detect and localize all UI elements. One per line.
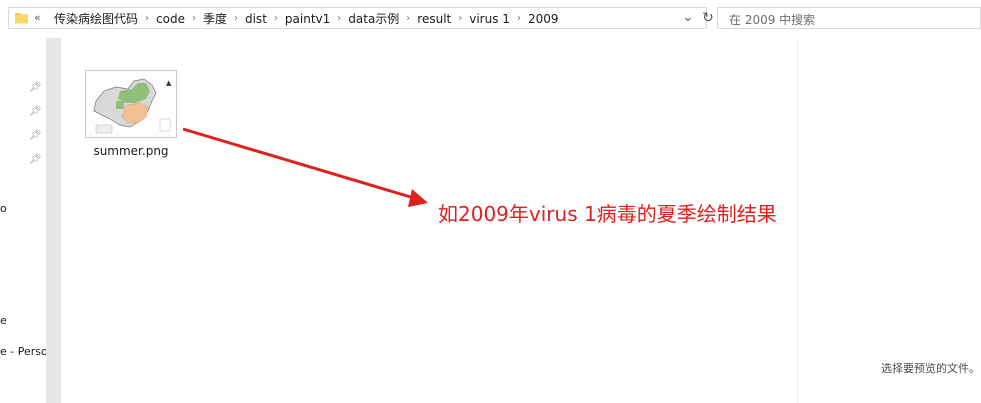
chevron-right-icon[interactable]: › (458, 13, 462, 24)
nav-scrollbar[interactable] (46, 38, 61, 403)
chevron-right-icon[interactable]: › (517, 13, 521, 24)
annotation-text: 如2009年virus 1病毒的夏季绘制结果 (438, 202, 777, 226)
nav-item[interactable]: o (0, 202, 7, 215)
address-bar[interactable]: « 传染病绘图代码 › code › 季度 › dist › paintv1 › data… (8, 7, 714, 29)
breadcrumb-item[interactable]: result (417, 12, 451, 26)
breadcrumb-item[interactable]: 2009 (528, 12, 559, 26)
pin-icon[interactable]: 📌︎ (29, 82, 42, 93)
chevron-right-icon[interactable]: › (234, 13, 238, 24)
pin-icon[interactable]: 📌︎ (29, 106, 42, 117)
breadcrumb: 传染病绘图代码 › code › 季度 › dist › paintv1 › data示例… (54, 10, 558, 27)
svg-text:▲: ▲ (166, 79, 172, 87)
search-input[interactable]: 在 2009 中搜索 (717, 7, 981, 29)
refresh-icon[interactable]: ↻ (701, 10, 715, 26)
breadcrumb-item[interactable]: data示例 (348, 10, 399, 27)
breadcrumb-item[interactable]: 传染病绘图代码 (54, 10, 138, 27)
breadcrumb-item[interactable]: 季度 (203, 10, 227, 27)
nav-item[interactable]: e - Perso (0, 345, 46, 358)
file-thumbnail[interactable]: ▲ (85, 70, 177, 138)
breadcrumb-item[interactable]: dist (245, 12, 267, 26)
chevron-right-icon[interactable]: › (192, 13, 196, 24)
preview-pane-message: 选择要预览的文件。 (881, 362, 980, 375)
breadcrumb-item[interactable]: paintv1 (285, 12, 330, 26)
map-thumbnail-image: ▲ (86, 71, 176, 137)
chevron-right-icon[interactable]: › (145, 13, 149, 24)
nav-item[interactable]: e (0, 314, 7, 327)
breadcrumb-item[interactable]: code (156, 12, 185, 26)
folder-icon (15, 13, 28, 24)
breadcrumb-item[interactable]: virus 1 (469, 12, 510, 26)
chevron-right-icon[interactable]: › (406, 13, 410, 24)
navigation-pane: 📌︎ 📌︎ 📌︎ 📌︎ o e e - Perso (0, 38, 46, 403)
chevron-right-icon[interactable]: › (274, 13, 278, 24)
preview-pane-divider[interactable] (797, 38, 798, 403)
file-name-label[interactable]: summer.png (83, 144, 179, 158)
chevron-down-icon[interactable]: ⌄ (681, 10, 695, 25)
pin-icon[interactable]: 📌︎ (29, 154, 42, 165)
overflow-chevron-icon[interactable]: « (34, 11, 41, 24)
chevron-right-icon[interactable]: › (337, 13, 341, 24)
pin-icon[interactable]: 📌︎ (29, 130, 42, 141)
